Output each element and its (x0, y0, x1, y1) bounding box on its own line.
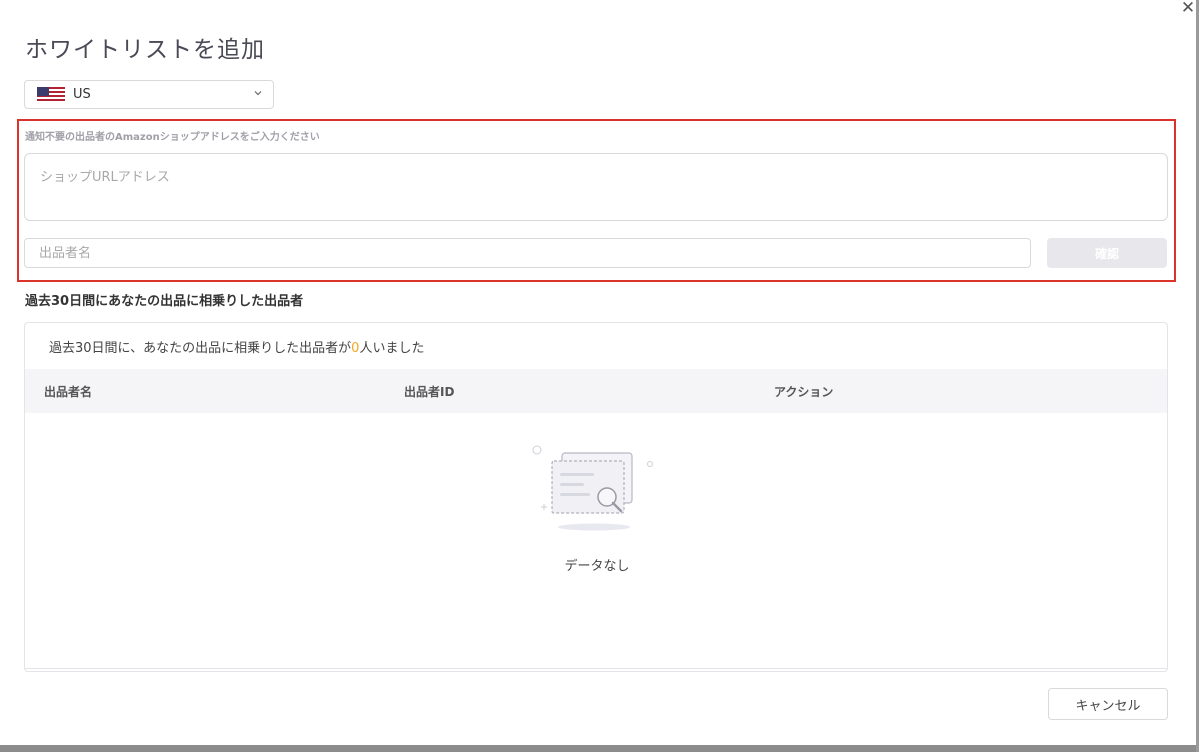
url-hint: 通知不要の出品者のAmazonショップアドレスをご入力ください (25, 132, 320, 143)
summary-prefix: 過去30日間に、あなたの出品に相乗りした出品者が (49, 341, 352, 356)
summary-text: 過去30日間に、あなたの出品に相乗りした出品者が0人いました (49, 337, 424, 356)
dialog-title: ホワイトリストを追加 (25, 37, 265, 63)
empty-data-icon (530, 441, 660, 533)
chevron-down-icon (253, 88, 263, 101)
column-action: アクション (774, 385, 834, 399)
cancel-button[interactable]: キャンセル (1048, 688, 1168, 720)
empty-text: データなし (564, 559, 630, 574)
country-value: US (73, 87, 91, 102)
us-flag-icon (37, 86, 65, 103)
summary-suffix: 人いました (359, 341, 425, 356)
seller-name-input[interactable] (24, 238, 1031, 268)
table-divider (25, 668, 1167, 669)
confirm-button[interactable]: 確認 (1047, 238, 1167, 268)
shop-url-input[interactable] (24, 153, 1168, 221)
close-icon: ✕ (1180, 0, 1196, 18)
column-seller-name: 出品者名 (44, 385, 93, 399)
country-select[interactable]: US (24, 80, 274, 109)
sellers-table: 過去30日間に、あなたの出品に相乗りした出品者が0人いました 出品者名 出品者I… (24, 322, 1168, 672)
whitelist-dialog: ✕ ホワイトリストを追加 US 通知不要の出品者のAmazonショップアドレスを… (0, 0, 1199, 745)
table-header: 出品者名 出品者ID アクション (25, 369, 1167, 413)
column-seller-id: 出品者ID (404, 385, 455, 399)
section-heading: 過去30日間にあなたの出品に相乗りした出品者 (25, 294, 304, 309)
